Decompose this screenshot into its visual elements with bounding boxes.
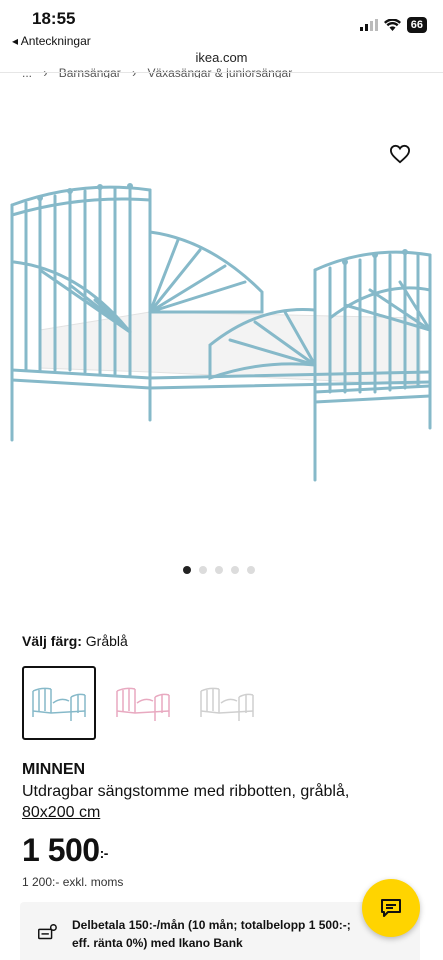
battery-indicator: 66 (406, 17, 427, 33)
carousel-dot[interactable] (247, 566, 255, 574)
wifi-icon (383, 19, 401, 31)
product-description: Utdragbar sängstomme med ribbotten, gråb… (22, 781, 422, 823)
price-suffix: :- (99, 845, 109, 861)
selected-color: Gråblå (85, 633, 128, 649)
product-name: MINNEN (22, 761, 86, 778)
price-excl-vat: 1 200:- exkl. moms (22, 875, 124, 889)
swatch-vit[interactable] (190, 666, 264, 740)
status-bar: 18:55 ◂ Anteckningar 66 (0, 0, 443, 50)
url-bar[interactable]: ikea.com (0, 50, 443, 65)
favorite-button[interactable] (386, 140, 414, 168)
signal-icon (359, 19, 378, 31)
financing-text: Delbetala 150:-/mån (10 mån; totalbelopp… (72, 918, 351, 950)
color-swatches (22, 666, 274, 740)
color-label: Välj färg: (22, 633, 82, 649)
carousel-dot[interactable] (183, 566, 191, 574)
bed-thumbnail-icon (116, 687, 170, 721)
price-value: 1 500 (22, 832, 100, 868)
header-divider (0, 72, 443, 73)
product-size-link[interactable]: 80x200 cm (22, 804, 100, 821)
swatch-rosa[interactable] (106, 666, 180, 740)
product-description-text: Utdragbar sängstomme med ribbotten, gråb… (22, 783, 350, 800)
heart-icon (389, 144, 411, 164)
installment-icon (38, 924, 57, 940)
carousel-dot[interactable] (199, 566, 207, 574)
financing-banner[interactable]: Delbetala 150:-/mån (10 mån; totalbelopp… (20, 902, 420, 960)
status-icons: 66 (359, 17, 427, 33)
bed-thumbnail-icon (32, 687, 86, 721)
status-time: 18:55 (32, 9, 76, 28)
bed-thumbnail-icon (200, 687, 254, 721)
color-selector-label: Välj färg: Gråblå (22, 633, 128, 649)
image-carousel-dots (183, 566, 255, 574)
carousel-dot[interactable] (215, 566, 223, 574)
product-image[interactable] (0, 160, 443, 500)
product-price: 1 500:- (22, 832, 108, 869)
chat-button[interactable] (362, 879, 420, 937)
chat-icon (381, 899, 401, 917)
carousel-dot[interactable] (231, 566, 239, 574)
swatch-grabla[interactable] (22, 666, 96, 740)
back-to-app-link[interactable]: ◂ Anteckningar (12, 34, 91, 48)
